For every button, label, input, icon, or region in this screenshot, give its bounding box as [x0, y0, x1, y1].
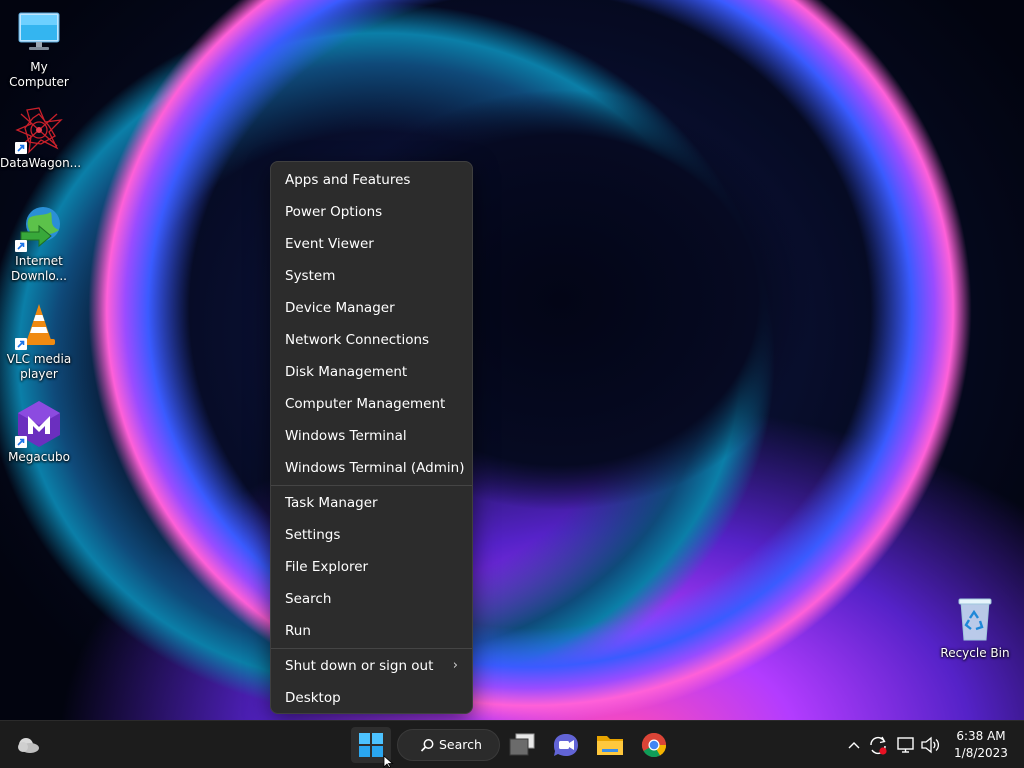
- desktop-icon-megacubo[interactable]: Megacubo: [0, 400, 78, 465]
- menu-separator: [271, 648, 472, 649]
- file-explorer-icon: [597, 736, 623, 755]
- chevron-up-icon: [848, 742, 860, 749]
- weather-icon: [18, 738, 39, 753]
- desktop-icon-recycle-bin[interactable]: Recycle Bin: [936, 596, 1014, 661]
- recycle-bin-icon: [951, 596, 999, 644]
- menu-item-windows-terminal-admin[interactable]: Windows Terminal (Admin): [271, 452, 472, 484]
- network-tray-button[interactable]: [894, 721, 918, 768]
- taskbar-search-button[interactable]: Search: [397, 729, 500, 761]
- menu-item-label: Shut down or sign out: [285, 658, 434, 674]
- menu-item-desktop[interactable]: Desktop: [271, 682, 472, 714]
- weather-widget-button[interactable]: [8, 727, 48, 763]
- menu-item-apps-and-features[interactable]: Apps and Features: [271, 164, 472, 196]
- desktop-icon-datawagon[interactable]: DataWagon...: [0, 106, 82, 171]
- menu-item-search[interactable]: Search: [271, 583, 472, 615]
- menu-item-event-viewer[interactable]: Event Viewer: [271, 228, 472, 260]
- network-icon: [897, 737, 914, 753]
- shortcut-arrow-icon: [15, 338, 27, 350]
- desktop-icon-internet-download-manager[interactable]: Internet Downlo...: [0, 204, 78, 284]
- desktop-icon-label: My Computer: [9, 60, 69, 89]
- menu-item-power-options[interactable]: Power Options: [271, 196, 472, 228]
- teams-chat-button[interactable]: [546, 727, 586, 763]
- desktop-icon-vlc[interactable]: VLC media player: [0, 302, 78, 382]
- file-explorer-button[interactable]: [590, 727, 630, 763]
- desktop: My Computer DataWagon... Internet Downlo…: [0, 0, 1024, 768]
- menu-item-settings[interactable]: Settings: [271, 519, 472, 551]
- shortcut-arrow-icon: [15, 240, 27, 252]
- volume-tray-button[interactable]: [918, 721, 942, 768]
- menu-item-system[interactable]: System: [271, 260, 472, 292]
- menu-item-network-connections[interactable]: Network Connections: [271, 324, 472, 356]
- mouse-cursor-icon: [383, 755, 394, 768]
- desktop-icon-my-computer[interactable]: My Computer: [0, 10, 78, 90]
- chrome-icon: [641, 733, 666, 758]
- clock-time: 6:38 AM: [956, 729, 1006, 743]
- shortcut-arrow-icon: [15, 436, 27, 448]
- megacubo-icon: [15, 400, 63, 448]
- desktop-icon-label: Recycle Bin: [940, 646, 1010, 660]
- volume-icon: [921, 736, 940, 754]
- internet-download-manager-icon: [15, 204, 63, 252]
- teams-chat-icon: [554, 734, 578, 756]
- desktop-icon-label: DataWagon...: [0, 156, 82, 170]
- monitor-icon: [15, 10, 63, 58]
- power-user-context-menu: Apps and Features Power Options Event Vi…: [270, 161, 473, 714]
- menu-item-computer-management[interactable]: Computer Management: [271, 388, 472, 420]
- desktop-icon-label: VLC media player: [6, 352, 72, 381]
- menu-item-windows-terminal[interactable]: Windows Terminal: [271, 420, 472, 452]
- chrome-button[interactable]: [634, 727, 674, 763]
- menu-item-shut-down-or-sign-out[interactable]: Shut down or sign out ›: [271, 650, 472, 682]
- taskbar-clock[interactable]: 6:38 AM 1/8/2023: [946, 728, 1016, 762]
- taskbar: Search 6:38 AM 1/8/2023: [0, 720, 1024, 768]
- task-view-button[interactable]: [502, 727, 542, 763]
- chevron-right-icon: ›: [452, 658, 458, 673]
- desktop-icon-label: Internet Downlo...: [11, 254, 67, 283]
- show-hidden-icons-button[interactable]: [844, 721, 864, 768]
- menu-item-task-manager[interactable]: Task Manager: [271, 487, 472, 519]
- menu-item-device-manager[interactable]: Device Manager: [271, 292, 472, 324]
- menu-separator: [271, 485, 472, 486]
- sync-status-tray-button[interactable]: [866, 721, 890, 768]
- desktop-icon-label: Megacubo: [8, 450, 70, 464]
- sync-alert-icon: [870, 736, 887, 755]
- task-view-icon: [509, 733, 535, 756]
- search-icon: [420, 739, 434, 752]
- shortcut-arrow-icon: [15, 142, 27, 154]
- clock-date: 1/8/2023: [954, 746, 1008, 760]
- menu-item-run[interactable]: Run: [271, 615, 472, 647]
- menu-item-file-explorer[interactable]: File Explorer: [271, 551, 472, 583]
- taskbar-search-label: Search: [439, 737, 482, 752]
- menu-item-disk-management[interactable]: Disk Management: [271, 356, 472, 388]
- datawagon-logo-icon: [15, 106, 63, 154]
- vlc-cone-icon: [15, 302, 63, 350]
